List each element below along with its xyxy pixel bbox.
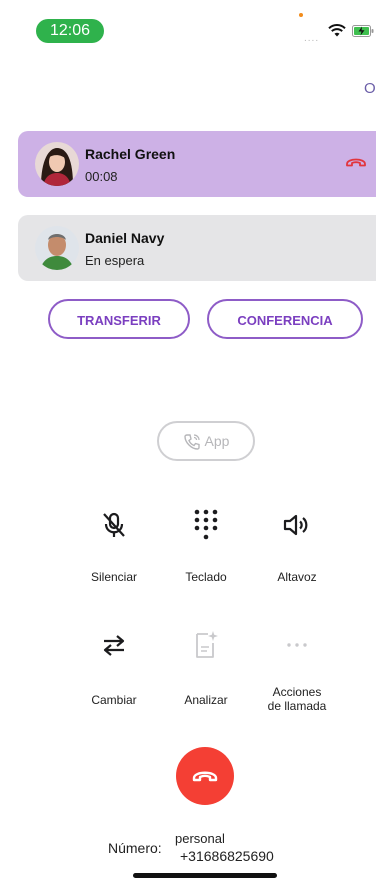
hangup-icon	[192, 771, 218, 782]
mute-control[interactable]: Silenciar	[69, 507, 159, 584]
call-card-active[interactable]: Rachel Green 00:08	[18, 131, 376, 197]
home-indicator[interactable]	[133, 873, 277, 878]
mute-label: Silenciar	[90, 570, 138, 584]
caller-name: Rachel Green	[85, 146, 176, 162]
call-actions-control[interactable]: Acciones de llamada	[252, 627, 342, 713]
analyze-label: Analizar	[184, 693, 228, 707]
status-time: 12:06	[36, 19, 104, 43]
call-actions-label-line1: Acciones	[272, 685, 322, 699]
keypad-label: Teclado	[185, 570, 227, 584]
call-actions-label: Acciones de llamada	[252, 685, 342, 713]
call-card-hold[interactable]: Daniel Navy En espera	[18, 215, 376, 281]
transfer-button[interactable]: TRANSFERIR	[48, 299, 190, 339]
battery-charging-icon	[352, 25, 374, 37]
avatar	[35, 226, 79, 270]
keypad-control[interactable]: Teclado	[161, 507, 251, 584]
speaker-icon	[283, 514, 308, 536]
avatar	[35, 142, 79, 186]
more-icon	[287, 643, 307, 647]
wifi-icon	[328, 24, 346, 37]
header-right-glyph[interactable]: O	[364, 80, 376, 97]
mic-muted-icon	[103, 512, 125, 537]
call-actions-label-line2: de llamada	[267, 699, 327, 713]
end-call-button[interactable]	[176, 747, 234, 805]
call-status: En espera	[85, 253, 145, 268]
speaker-control[interactable]: Altavoz	[252, 507, 342, 584]
analyze-control[interactable]: Analizar	[161, 627, 251, 707]
conference-button[interactable]: CONFERENCIA	[207, 299, 363, 339]
app-button-label: App	[204, 433, 230, 449]
analyze-document-icon	[196, 631, 218, 658]
signal-icon: ....	[304, 33, 320, 44]
keypad-icon	[194, 509, 218, 540]
phone-number: +31686825690	[180, 848, 274, 864]
phone-app-icon	[183, 434, 200, 450]
hangup-icon[interactable]	[345, 156, 367, 168]
swap-icon	[103, 635, 125, 656]
swap-label: Cambiar	[91, 693, 137, 707]
speaker-label: Altavoz	[277, 570, 317, 584]
number-type: personal	[175, 831, 225, 846]
privacy-indicator-dot	[299, 13, 303, 17]
app-button[interactable]: App	[157, 421, 255, 461]
call-timer: 00:08	[85, 169, 118, 184]
number-label: Número:	[108, 840, 162, 856]
caller-name: Daniel Navy	[85, 230, 165, 246]
swap-control[interactable]: Cambiar	[69, 627, 159, 707]
